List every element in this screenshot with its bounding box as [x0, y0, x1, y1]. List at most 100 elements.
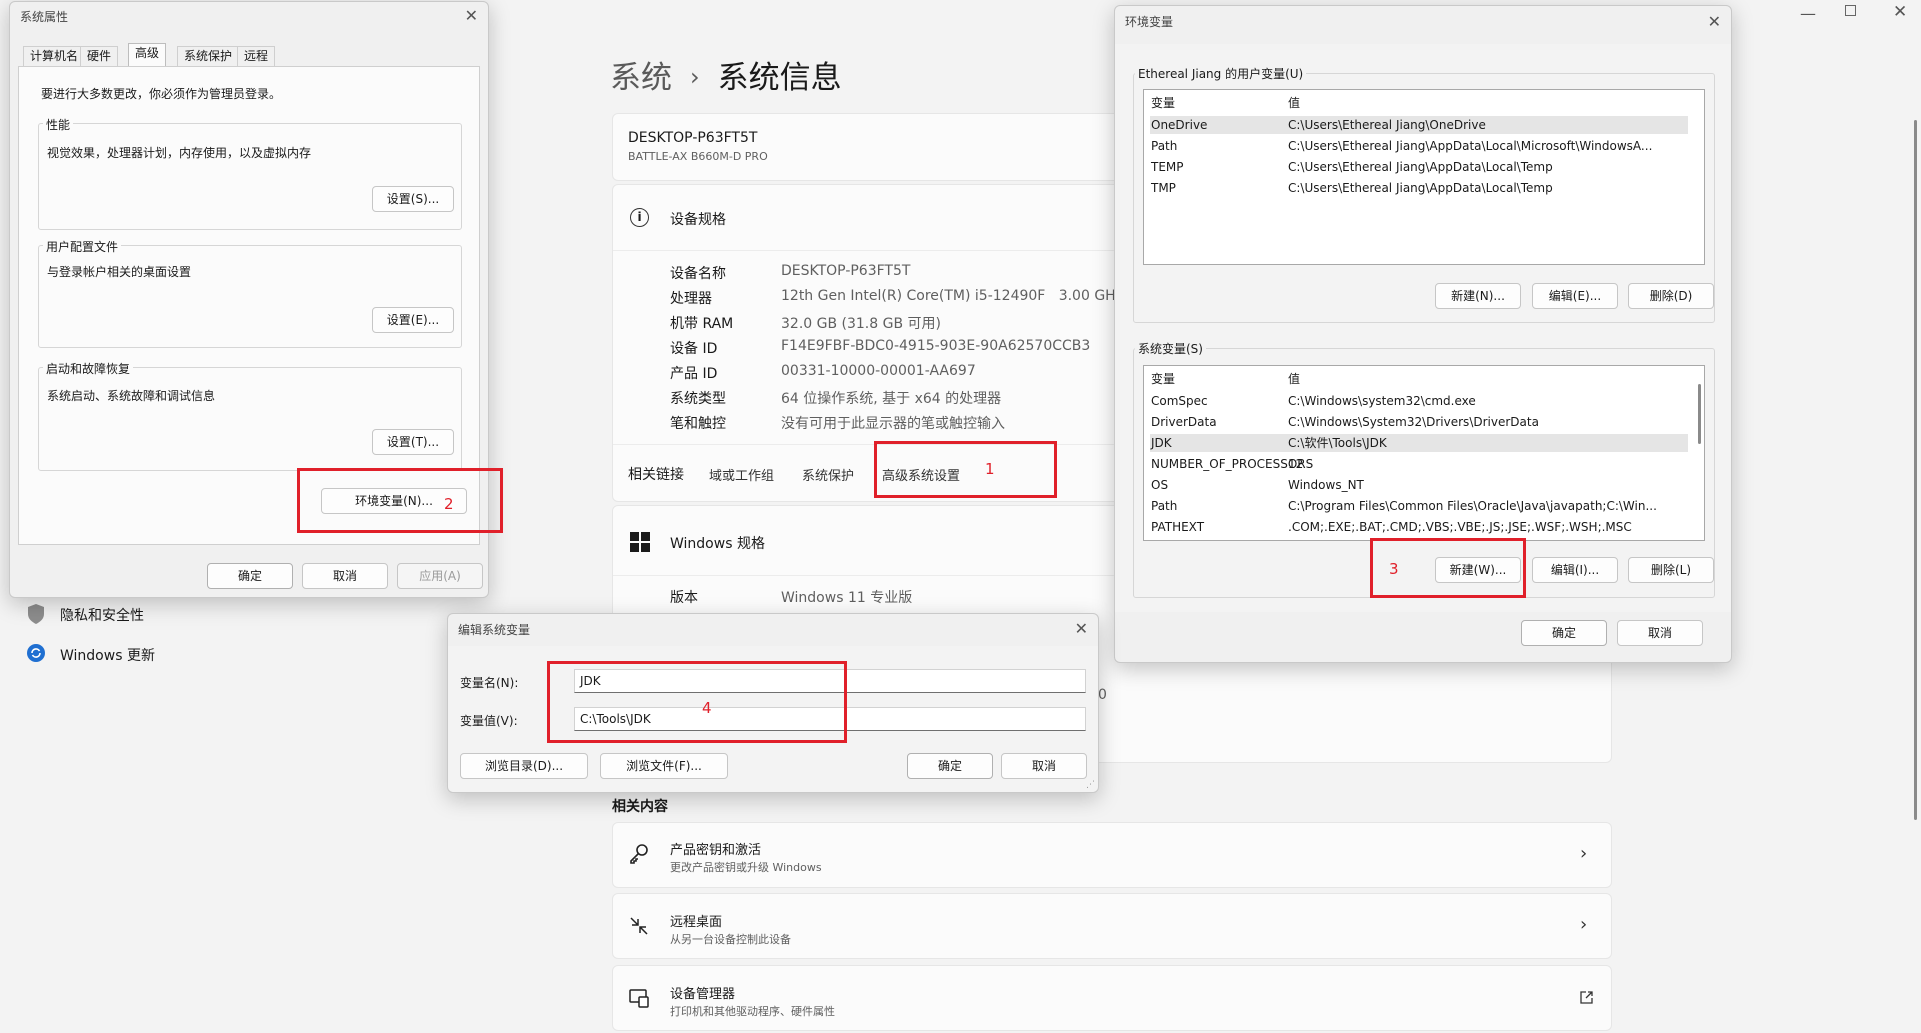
list-item[interactable]: NUMBER_OF_PROCESSORS 12	[1150, 455, 1688, 473]
scrollbar[interactable]	[1914, 120, 1917, 820]
key-icon	[630, 844, 648, 864]
user-profiles-settings-button[interactable]: 设置(E)...	[372, 307, 454, 333]
apply-button[interactable]: 应用(A)	[397, 563, 483, 589]
var-name: JDK	[1151, 436, 1172, 450]
version-value: Windows 11 专业版	[781, 590, 913, 606]
spec-value-system-type: 64 位操作系统, 基于 x64 的处理器	[781, 391, 1002, 407]
link-system-protection[interactable]: 系统保护	[802, 465, 854, 484]
device-board: BATTLE-AX B660M-D PRO	[628, 150, 768, 163]
startup-recovery-group	[38, 367, 462, 471]
annotation-box-1	[874, 441, 1057, 498]
user-new-button[interactable]: 新建(N)...	[1435, 283, 1521, 309]
tab-system-protection[interactable]: 系统保护	[177, 46, 240, 67]
close-icon[interactable]: ✕	[465, 6, 478, 25]
var-name: OS	[1151, 478, 1169, 492]
minimize-icon[interactable]: —	[1800, 4, 1816, 23]
nav-item-windows-update[interactable]: Windows 更新	[60, 645, 155, 665]
tab-remote[interactable]: 远程	[237, 46, 276, 67]
close-icon[interactable]: ✕	[1893, 2, 1907, 22]
list-item[interactable]: ComSpec C:\Windows\system32\cmd.exe	[1150, 392, 1688, 410]
list-item[interactable]: Path C:\Program Files\Common Files\Oracle…	[1150, 497, 1688, 515]
column-header-variable[interactable]: 变量	[1151, 94, 1175, 111]
var-name: DriverData	[1151, 415, 1217, 429]
breadcrumb-parent[interactable]: 系统	[610, 60, 672, 96]
tab-hardware[interactable]: 硬件	[80, 46, 119, 67]
list-item[interactable]: OneDrive C:\Users\Ethereal Jiang\OneDrive	[1150, 116, 1688, 134]
list-item[interactable]: TEMP C:\Users\Ethereal Jiang\AppData\Loca…	[1150, 158, 1688, 176]
page-title: 系统信息	[717, 60, 842, 96]
dialog-title: 编辑系统变量	[458, 623, 531, 637]
related-item-title: 设备管理器	[670, 987, 736, 1002]
ok-button[interactable]: 确定	[907, 753, 993, 779]
ok-button[interactable]: 确定	[1521, 620, 1607, 646]
tab-advanced[interactable]: 高级	[128, 43, 167, 68]
browse-file-button[interactable]: 浏览文件(F)...	[600, 753, 728, 779]
list-item[interactable]: PATHEXT .COM;.EXE;.BAT;.CMD;.VBS;.VBE;.JS…	[1150, 518, 1688, 536]
var-value: C:\Users\Ethereal Jiang\OneDrive	[1288, 118, 1486, 132]
related-item-subtitle: 从另一台设备控制此设备	[670, 933, 791, 946]
related-item-device-manager[interactable]	[612, 965, 1612, 1031]
annotation-box-2	[297, 468, 503, 533]
spec-label-device-name: 设备名称	[670, 266, 726, 282]
var-value: Windows_NT	[1288, 478, 1364, 492]
user-delete-button[interactable]: 删除(D)	[1628, 283, 1714, 309]
related-item-title: 远程桌面	[670, 915, 723, 930]
user-variables-list[interactable]: 变量 值 OneDrive C:\Users\Ethereal Jiang\One…	[1143, 89, 1705, 265]
column-header-variable[interactable]: 变量	[1151, 370, 1175, 387]
device-manager-icon	[629, 989, 649, 1008]
tab-computer-name[interactable]: 计算机名	[23, 46, 86, 67]
list-item[interactable]: JDK C:\软件\Tools\JDK	[1150, 434, 1688, 452]
system-edit-button[interactable]: 编辑(I)...	[1532, 557, 1618, 583]
var-value: C:\Windows\system32\cmd.exe	[1288, 394, 1476, 408]
resize-grip-icon[interactable]: ⋰	[1086, 780, 1095, 790]
shield-icon	[28, 604, 44, 624]
related-item-remote-desktop[interactable]	[612, 893, 1612, 959]
chevron-right-icon: ›	[1580, 914, 1588, 935]
startup-recovery-settings-button[interactable]: 设置(T)...	[372, 429, 454, 455]
admin-note: 要进行大多数更改，你必须作为管理员登录。	[41, 87, 282, 101]
spec-value-product-id: 00331-10000-00001-AA697	[781, 363, 976, 379]
var-value: C:\Users\Ethereal Jiang\AppData\Local\Te…	[1288, 181, 1553, 195]
list-item[interactable]: OS Windows_NT	[1150, 476, 1688, 494]
close-icon[interactable]: ✕	[1075, 619, 1088, 638]
user-variables-group-label: Ethereal Jiang 的用户变量(U)	[1135, 65, 1307, 82]
ok-button[interactable]: 确定	[207, 563, 293, 589]
system-delete-button[interactable]: 删除(L)	[1628, 557, 1714, 583]
performance-desc: 视觉效果，处理器计划，内存使用，以及虚拟内存	[47, 146, 312, 160]
list-scrollbar[interactable]	[1698, 384, 1701, 444]
close-icon[interactable]: ✕	[1708, 12, 1721, 31]
list-item[interactable]: TMP C:\Users\Ethereal Jiang\AppData\Local…	[1150, 179, 1688, 197]
performance-settings-button[interactable]: 设置(S)...	[372, 186, 454, 212]
var-name: ComSpec	[1151, 394, 1208, 408]
windows-spec-header: Windows 规格	[670, 536, 765, 552]
var-name: TMP	[1151, 181, 1176, 195]
link-domain-workgroup[interactable]: 域或工作组	[709, 465, 774, 484]
system-variables-list[interactable]: 变量 值 ComSpec C:\Windows\system32\cmd.exe …	[1143, 365, 1705, 541]
annotation-number-1: 1	[985, 460, 995, 478]
var-value: .COM;.EXE;.BAT;.CMD;.VBS;.VBE;.JS;.JSE;.…	[1288, 520, 1632, 534]
spec-value-processor: 12th Gen Intel(R) Core(TM) i5-12490F 3.0…	[781, 288, 1124, 304]
column-header-value[interactable]: 值	[1288, 370, 1684, 387]
cancel-button[interactable]: 取消	[302, 563, 388, 589]
list-item[interactable]: Path C:\Users\Ethereal Jiang\AppData\Loca…	[1150, 137, 1688, 155]
cancel-button[interactable]: 取消	[1617, 620, 1703, 646]
related-item-product-key[interactable]	[612, 822, 1612, 888]
spec-label-processor: 处理器	[670, 291, 712, 307]
column-header-value[interactable]: 值	[1288, 94, 1684, 111]
performance-group-label: 性能	[43, 116, 74, 133]
user-edit-button[interactable]: 编辑(E)...	[1532, 283, 1618, 309]
nav-item-privacy-security[interactable]: 隐私和安全性	[60, 605, 144, 625]
var-name: Path	[1151, 499, 1178, 513]
related-item-subtitle: 更改产品密钥或升级 Windows	[670, 861, 822, 874]
version-label: 版本	[670, 590, 698, 606]
list-item[interactable]: DriverData C:\Windows\System32\Drivers\Dr…	[1150, 413, 1688, 431]
annotation-number-2: 2	[444, 495, 454, 513]
browse-directory-button[interactable]: 浏览目录(D)...	[460, 753, 588, 779]
user-profiles-desc: 与登录帐户相关的桌面设置	[47, 265, 192, 279]
related-content-header: 相关内容	[612, 799, 668, 815]
cancel-button[interactable]: 取消	[1001, 753, 1087, 779]
maximize-icon[interactable]	[1845, 5, 1856, 16]
startup-recovery-group-label: 启动和故障恢复	[43, 360, 134, 377]
annotation-number-4: 4	[702, 699, 712, 717]
dialog-title: 环境变量	[1125, 15, 1174, 29]
